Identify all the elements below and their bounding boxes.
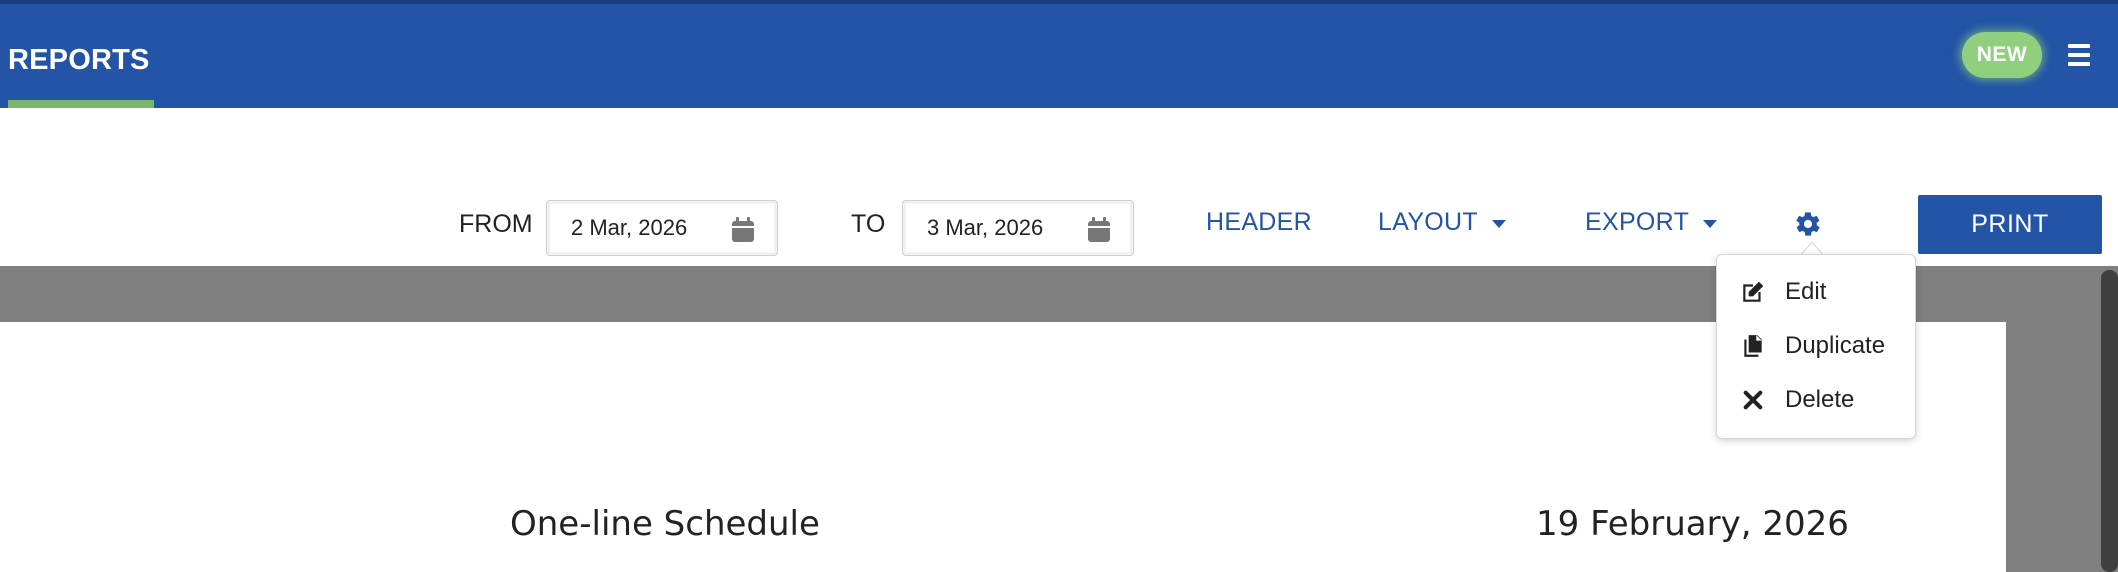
top-bar: REPORTS NEW — [0, 0, 2118, 108]
active-tab-indicator — [8, 100, 154, 108]
header-link-label: HEADER — [1206, 208, 1312, 236]
new-badge[interactable]: NEW — [1962, 32, 2042, 78]
to-date-field[interactable] — [902, 200, 1134, 256]
layout-dropdown[interactable]: LAYOUT — [1378, 208, 1506, 237]
close-icon — [1739, 386, 1767, 414]
menu-item-label: Edit — [1785, 278, 1827, 305]
export-dropdown[interactable]: EXPORT — [1585, 208, 1718, 237]
from-label: FROM — [459, 210, 533, 238]
export-dropdown-label: EXPORT — [1585, 208, 1690, 236]
edit-icon — [1739, 278, 1767, 306]
to-label: TO — [851, 210, 886, 238]
gear-icon[interactable] — [1794, 210, 1822, 238]
report-title: One-line Schedule — [510, 504, 820, 544]
menu-item-label: Duplicate — [1785, 332, 1886, 359]
duplicate-icon — [1739, 332, 1767, 360]
caret-down-icon — [1491, 219, 1506, 228]
layout-dropdown-label: LAYOUT — [1378, 208, 1478, 236]
header-link[interactable]: HEADER — [1206, 208, 1312, 237]
caret-down-icon — [1703, 219, 1718, 228]
page-title[interactable]: REPORTS — [8, 44, 150, 77]
reports-app: REPORTS NEW FROM TO HEADER LA — [0, 0, 2118, 572]
calendar-icon[interactable] — [731, 217, 755, 243]
menu-item-edit[interactable]: Edit — [1717, 267, 1915, 317]
calendar-icon[interactable] — [1087, 217, 1111, 243]
menu-item-delete[interactable]: Delete — [1717, 375, 1915, 425]
to-date-input[interactable] — [925, 213, 1085, 243]
report-date: 19 February, 2026 — [1536, 504, 1849, 544]
print-button[interactable]: PRINT — [1918, 195, 2102, 254]
settings-menu: Edit Duplicate Delete — [1716, 254, 1916, 439]
from-date-field[interactable] — [546, 200, 778, 256]
hamburger-menu-icon[interactable] — [2068, 44, 2090, 66]
from-date-input[interactable] — [569, 213, 729, 243]
menu-item-label: Delete — [1785, 386, 1855, 413]
menu-item-duplicate[interactable]: Duplicate — [1717, 321, 1915, 371]
preview-scrollbar[interactable] — [2101, 270, 2118, 572]
